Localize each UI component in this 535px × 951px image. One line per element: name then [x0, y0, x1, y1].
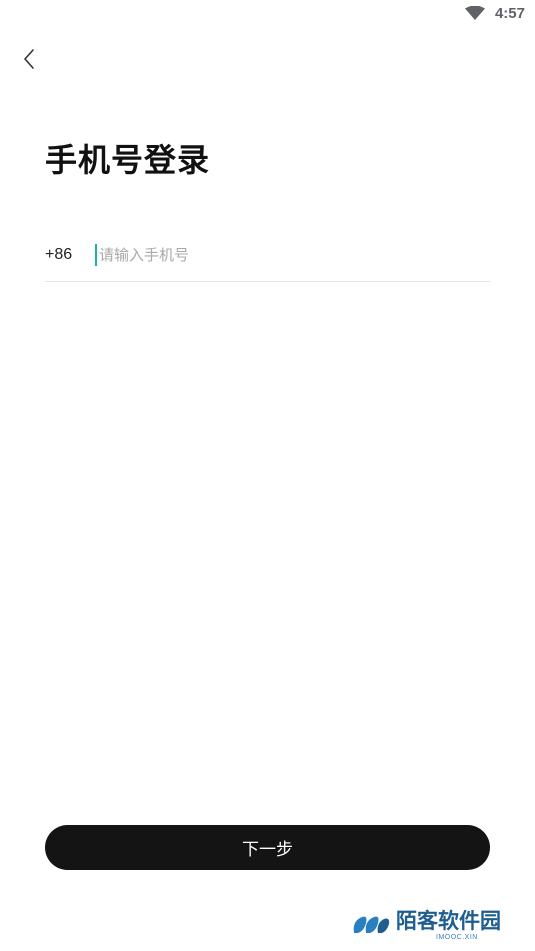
chevron-left-icon [24, 49, 34, 69]
watermark: 陌客软件园 IMOOC.XIN [350, 905, 530, 945]
watermark-logo-icon [353, 916, 390, 933]
watermark-text: 陌客软件园 [396, 908, 501, 933]
next-button[interactable]: 下一步 [45, 825, 490, 870]
back-button[interactable] [14, 44, 44, 74]
country-code[interactable]: +86 [45, 246, 95, 264]
status-bar: 4:57 [0, 0, 535, 28]
phone-input[interactable] [95, 243, 490, 266]
phone-input-row: +86 [45, 234, 490, 282]
page-title: 手机号登录 [45, 141, 211, 179]
status-time: 4:57 [494, 5, 525, 22]
wifi-icon [465, 6, 485, 20]
watermark-subtext: IMOOC.XIN [436, 934, 478, 941]
